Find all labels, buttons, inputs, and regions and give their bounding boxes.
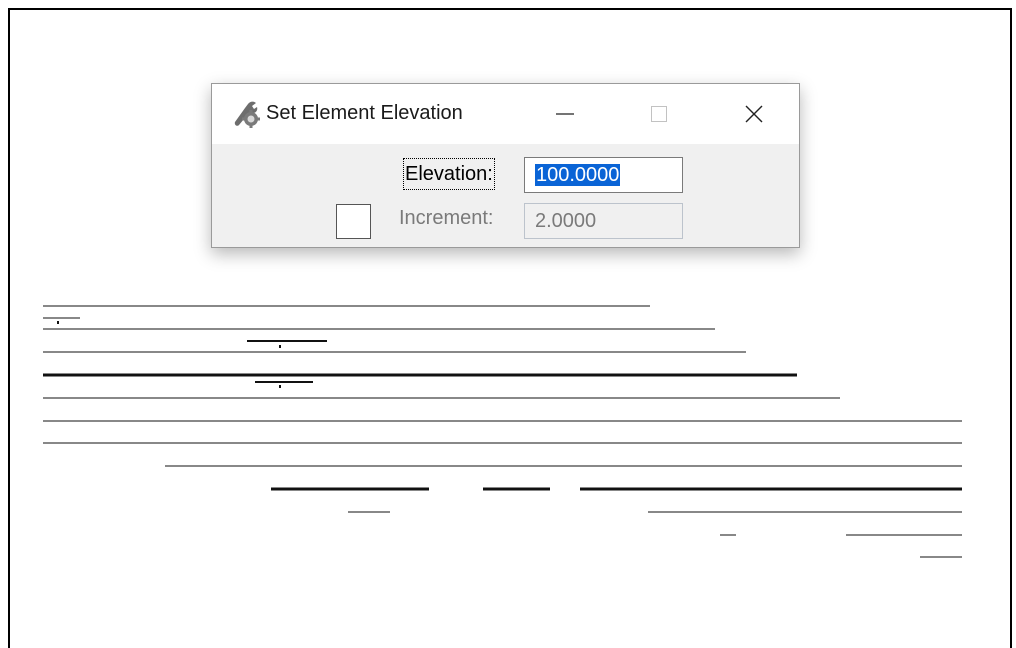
drawing-dot [279, 345, 281, 348]
elevation-input[interactable]: 100.0000 [524, 157, 683, 193]
minimize-button[interactable] [535, 84, 595, 144]
increment-input[interactable]: 2.0000 [524, 203, 683, 239]
close-button[interactable] [724, 84, 784, 144]
dialog-title: Set Element Elevation [266, 102, 463, 124]
key-wrench-icon [230, 98, 260, 128]
elevation-value: 100.0000 [535, 164, 621, 186]
set-element-elevation-dialog: Set Element Elevation Elevation: 100.000… [211, 83, 800, 248]
maximize-icon [651, 106, 667, 122]
increment-checkbox[interactable] [336, 204, 371, 239]
drawing-dot [57, 321, 59, 324]
elevation-label: Elevation: [403, 158, 495, 190]
dialog-titlebar[interactable]: Set Element Elevation [212, 84, 799, 144]
close-icon [745, 105, 763, 123]
maximize-button[interactable] [629, 84, 689, 144]
minimize-icon [556, 113, 574, 115]
increment-value: 2.0000 [535, 210, 597, 232]
drawing-dot [279, 385, 281, 388]
increment-label: Increment: [399, 207, 494, 229]
